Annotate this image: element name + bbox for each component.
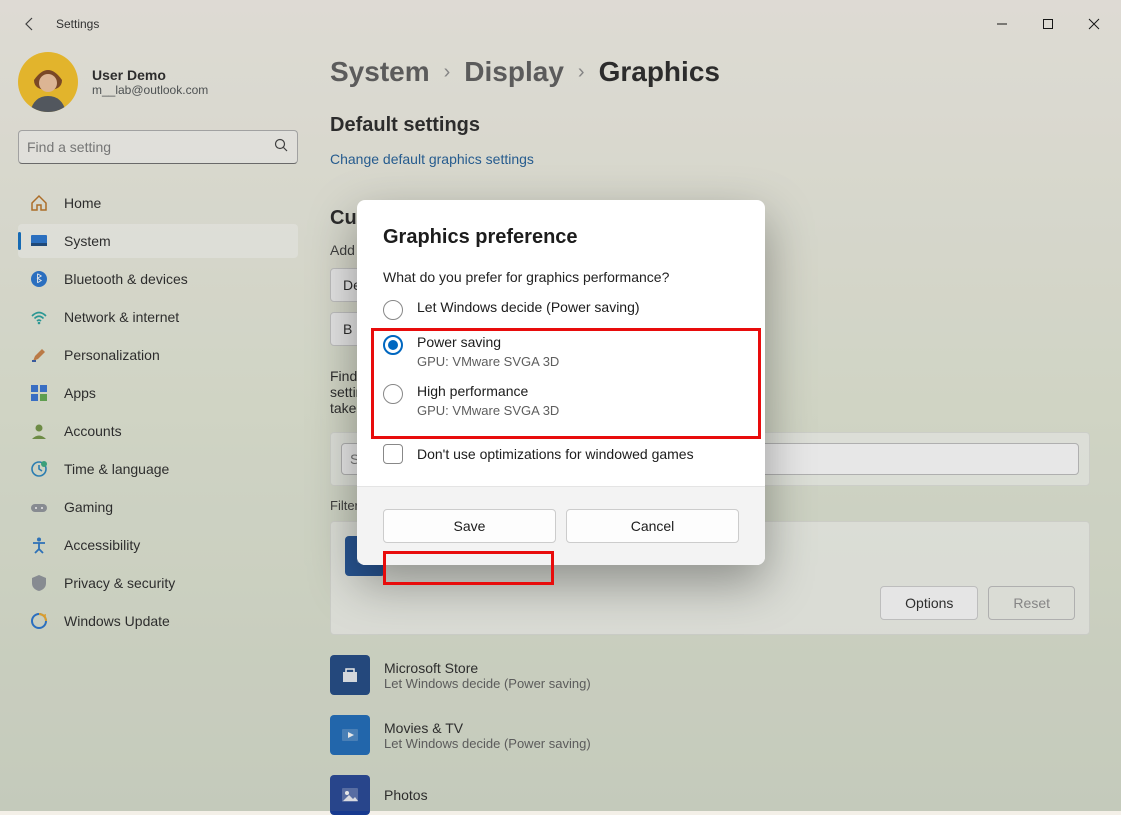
graphics-preference-dialog: Graphics preference What do you prefer f… — [357, 200, 765, 565]
dialog-title: Graphics preference — [383, 226, 739, 249]
radio-sublabel: GPU: VMware SVGA 3D — [417, 403, 559, 418]
radio-icon — [383, 335, 403, 355]
checkbox-dont-optimize[interactable]: Don't use optimizations for windowed gam… — [383, 444, 739, 464]
checkbox-label: Don't use optimizations for windowed gam… — [417, 446, 694, 462]
radio-label: Let Windows decide (Power saving) — [417, 299, 640, 315]
checkbox-icon — [383, 444, 403, 464]
radio-icon — [383, 300, 403, 320]
radio-sublabel: GPU: VMware SVGA 3D — [417, 354, 559, 369]
radio-icon — [383, 384, 403, 404]
radio-option-power-saving[interactable]: Power saving GPU: VMware SVGA 3D — [383, 334, 739, 369]
cancel-button[interactable]: Cancel — [566, 509, 739, 543]
radio-option-high-performance[interactable]: High performance GPU: VMware SVGA 3D — [383, 383, 739, 418]
radio-option-let-windows-decide[interactable]: Let Windows decide (Power saving) — [383, 299, 739, 320]
dialog-question: What do you prefer for graphics performa… — [383, 269, 739, 285]
radio-label: Power saving — [417, 334, 559, 350]
radio-label: High performance — [417, 383, 559, 399]
save-button[interactable]: Save — [383, 509, 556, 543]
